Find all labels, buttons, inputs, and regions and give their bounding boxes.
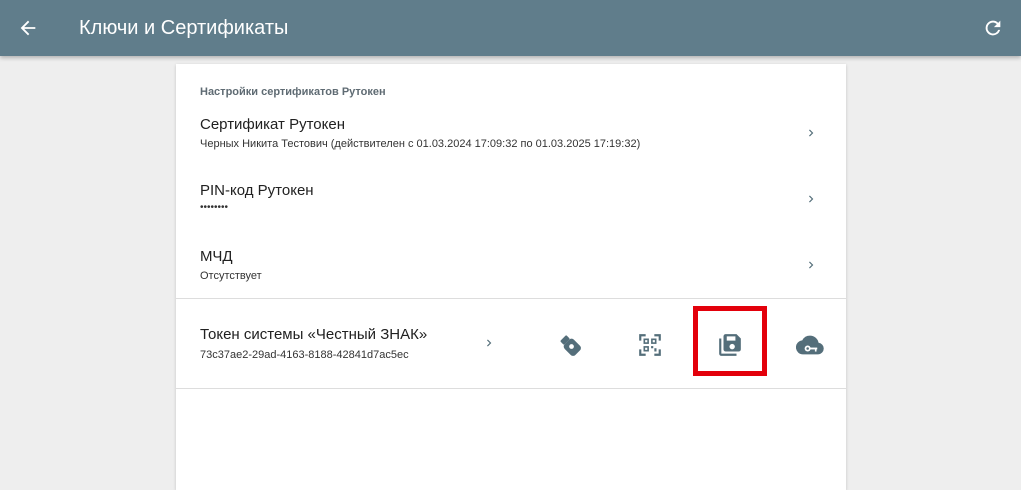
highlight-frame xyxy=(693,306,767,376)
usb-token-button[interactable] xyxy=(554,329,586,361)
divider xyxy=(176,298,846,299)
arrow-left-icon xyxy=(20,20,36,36)
app-bar: Ключи и Сертификаты xyxy=(0,0,1021,56)
qr-code-scan-icon xyxy=(639,334,661,356)
certificate-subtitle: Черных Никита Тестович (действителен с 0… xyxy=(200,138,641,150)
back-button[interactable] xyxy=(14,14,42,42)
pin-value: •••••••• xyxy=(200,202,229,213)
certificate-item[interactable]: Сертификат Рутокен Черных Никита Тестови… xyxy=(176,112,846,164)
usb-token-icon xyxy=(560,335,581,356)
cloud-key-icon xyxy=(796,335,824,355)
divider xyxy=(176,388,846,389)
mchd-subtitle: Отсутствует xyxy=(200,270,262,282)
refresh-icon xyxy=(985,20,1001,36)
refresh-button[interactable] xyxy=(979,14,1007,42)
certificate-title: Сертификат Рутокен xyxy=(200,116,346,133)
chevron-right-icon xyxy=(487,339,492,347)
mchd-title: МЧД xyxy=(200,248,233,265)
chevron-right-icon xyxy=(809,261,814,269)
pin-item[interactable]: PIN-код Рутокен •••••••• xyxy=(176,178,846,230)
pin-title: PIN-код Рутокен xyxy=(200,182,314,199)
chevron-right-icon xyxy=(809,195,814,203)
token-title: Токен системы «Честный ЗНАК» xyxy=(200,326,428,343)
settings-card: Настройки сертификатов Рутокен Сертифика… xyxy=(176,64,846,490)
qr-scan-button[interactable] xyxy=(634,329,666,361)
section-header: Настройки сертификатов Рутокен xyxy=(200,86,386,98)
chevron-right-icon xyxy=(809,129,814,137)
mchd-item[interactable]: МЧД Отсутствует xyxy=(176,244,846,296)
cloud-key-button[interactable] xyxy=(794,329,826,361)
token-item[interactable]: Токен системы «Честный ЗНАК» 73c37ae2-29… xyxy=(176,322,516,370)
page-title: Ключи и Сертификаты xyxy=(79,17,289,39)
token-value: 73c37ae2-29ad-4163-8188-42841d7ac5ec xyxy=(200,349,409,361)
